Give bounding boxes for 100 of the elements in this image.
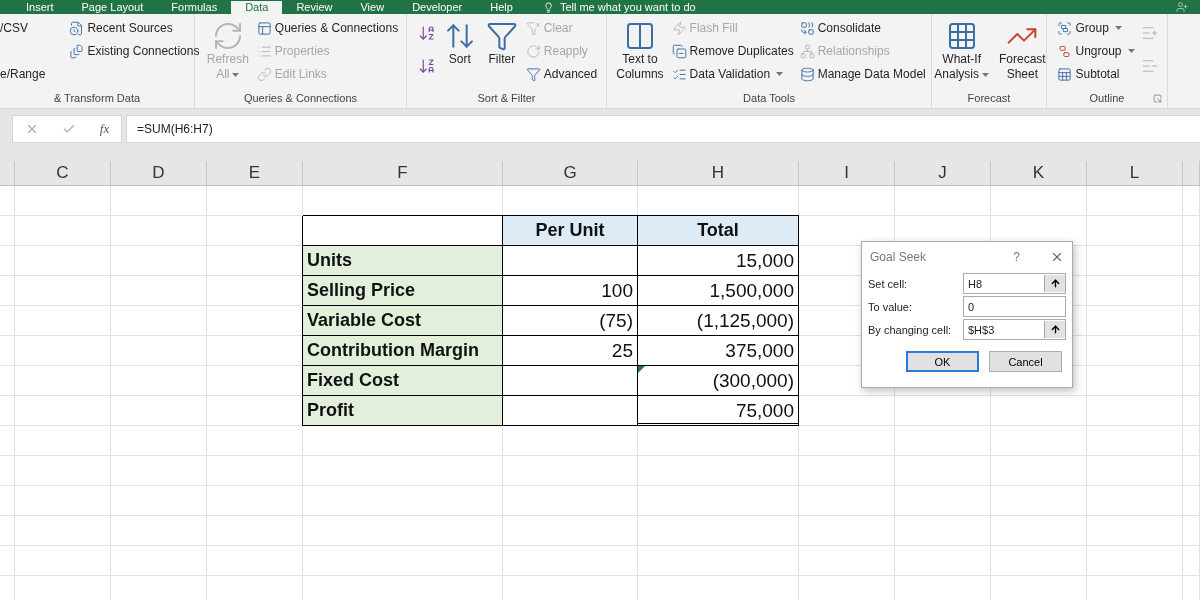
grid-cell[interactable] [303,546,503,576]
grid-cell[interactable] [991,186,1087,216]
ribbon-button[interactable]: Sort [441,18,478,90]
grid-cell[interactable] [15,456,111,486]
grid-cell[interactable] [0,186,15,216]
grid-cell[interactable] [991,426,1087,456]
ribbon-tab[interactable]: Page Layout [67,1,158,14]
column-header[interactable]: J [895,161,991,185]
dialog-button[interactable]: OK [906,351,979,372]
ribbon-tab[interactable]: Insert [12,1,68,14]
grid-cell[interactable] [303,486,503,516]
grid-cell[interactable] [895,456,991,486]
grid-cell[interactable] [111,306,207,336]
grid-cell[interactable] [503,546,638,576]
dialog-button[interactable]: Cancel [989,351,1062,372]
grid-cell[interactable] [0,276,15,306]
formula-field[interactable]: =SUM(H6:H7) [126,115,1200,143]
grid-cell[interactable] [15,516,111,546]
grid-cell[interactable] [111,366,207,396]
grid-cell[interactable] [638,486,799,516]
ribbon-tab[interactable]: Review [282,1,347,14]
grid-cell[interactable] [15,366,111,396]
grid-cell[interactable] [207,456,303,486]
insert-function-button[interactable]: fx [99,121,110,137]
share-icon[interactable] [1176,1,1188,13]
grid-cell[interactable] [991,546,1087,576]
ribbon-button[interactable]: Subtotal [1057,64,1135,84]
grid-cell[interactable] [1087,366,1183,396]
ribbon-button[interactable]: /CSV [0,18,46,38]
grid-cell[interactable] [1087,516,1183,546]
grid-cell[interactable] [1087,276,1183,306]
ribbon-tab[interactable]: Data [231,1,283,14]
grid-cell[interactable] [111,516,207,546]
column-header[interactable]: I [799,161,895,185]
grid-cell[interactable] [895,516,991,546]
grid-cell[interactable] [303,516,503,546]
ribbon-tab[interactable]: Formulas [157,1,232,14]
column-header[interactable]: L [1087,161,1183,185]
grid-cell[interactable] [111,456,207,486]
grid-cell[interactable] [1087,186,1183,216]
ribbon-button[interactable]: Existing Connections [69,41,200,61]
grid-cell[interactable] [503,516,638,546]
grid-cell[interactable] [638,546,799,576]
ribbon-button[interactable]: Remove Duplicates [671,41,794,61]
grid-cell[interactable] [1087,546,1183,576]
ribbon-button[interactable]: Ungroup [1057,41,1135,61]
grid-cell[interactable] [503,456,638,486]
grid-cell[interactable] [15,246,111,276]
grid-cell[interactable] [207,546,303,576]
grid-cell[interactable] [1087,426,1183,456]
grid-cell[interactable] [1183,546,1200,576]
ribbon-tab[interactable]: View [346,1,399,14]
column-header[interactable]: C [15,161,111,185]
grid-cell[interactable] [15,216,111,246]
column-header[interactable]: G [503,161,638,185]
grid-cell[interactable] [799,516,895,546]
grid-cell[interactable] [895,186,991,216]
grid-cell[interactable] [111,186,207,216]
grid-cell[interactable] [895,546,991,576]
grid-cell[interactable] [207,516,303,546]
grid-cell[interactable] [0,336,15,366]
input-field[interactable]: H8 [963,273,1066,294]
collapse-button[interactable] [1044,275,1065,292]
grid-cell[interactable] [15,396,111,426]
grid-cell[interactable] [0,246,15,276]
grid-cell[interactable] [799,396,895,426]
grid-cell[interactable] [991,516,1087,546]
grid-cell[interactable] [111,246,207,276]
grid-cell[interactable] [111,546,207,576]
grid-cell[interactable] [111,486,207,516]
help-button[interactable]: ? [1013,250,1020,264]
ribbon-button[interactable]: Text to Columns [614,18,666,90]
grid-cell[interactable] [207,426,303,456]
grid-cell[interactable] [895,426,991,456]
grid-cell[interactable] [1183,276,1200,306]
column-header[interactable]: H [638,161,799,185]
grid-cell[interactable] [111,396,207,426]
grid-cell[interactable] [1183,186,1200,216]
grid-cell[interactable] [1087,306,1183,336]
ribbon-button[interactable]: Filter [483,18,520,90]
grid-cell[interactable] [0,306,15,336]
grid-cell[interactable] [207,186,303,216]
tell-me-field[interactable]: Tell me what you want to do [559,1,696,14]
grid-cell[interactable] [303,456,503,486]
ribbon-button[interactable]: Consolidate [799,18,926,38]
ribbon-button[interactable]: What-If Analysis [932,18,991,90]
grid-cell[interactable] [1183,336,1200,366]
grid-cell[interactable] [638,516,799,546]
grid-cell[interactable] [1087,216,1183,246]
grid-cell[interactable] [207,486,303,516]
grid-cell[interactable] [0,216,15,246]
grid-cell[interactable] [0,486,15,516]
grid-cell[interactable] [111,276,207,306]
grid-cell[interactable] [0,516,15,546]
grid-cell[interactable] [503,486,638,516]
check-icon[interactable] [62,122,77,136]
grid-cell[interactable] [0,366,15,396]
grid-cell[interactable] [0,546,15,576]
grid-cell[interactable] [991,486,1087,516]
grid-cell[interactable] [1087,336,1183,366]
